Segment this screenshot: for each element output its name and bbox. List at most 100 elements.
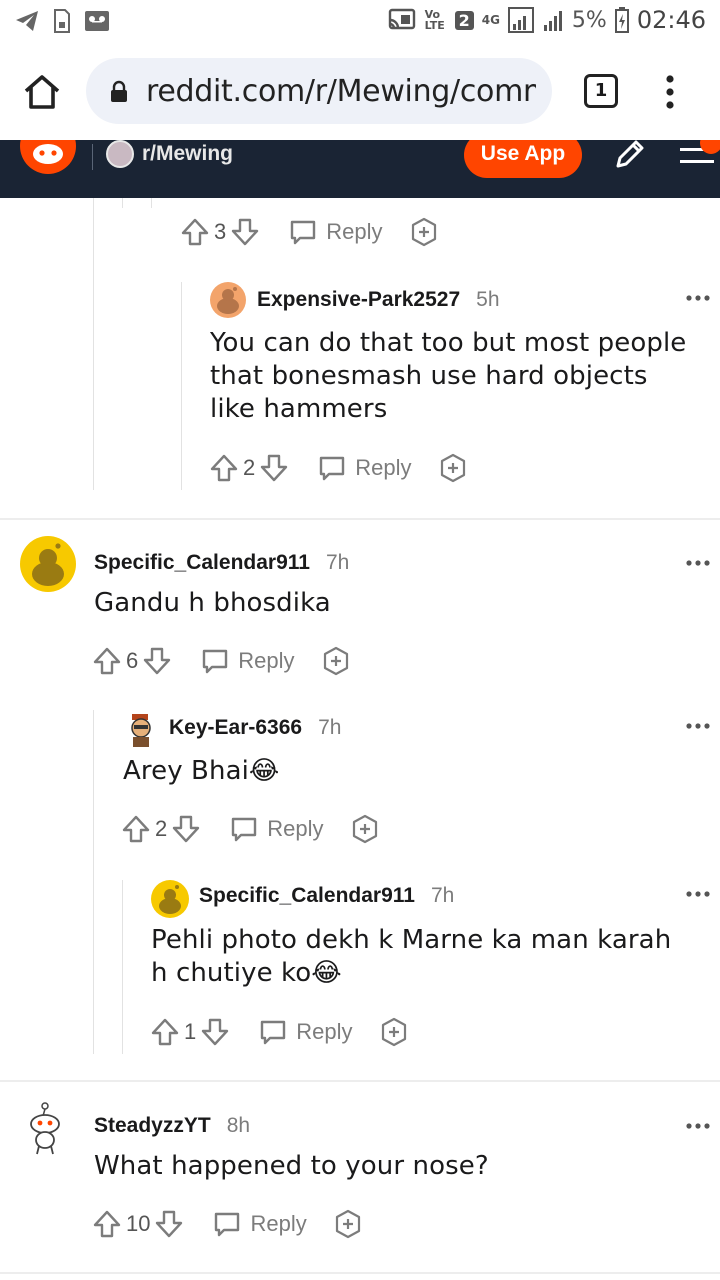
reply-button[interactable]: Reply (317, 453, 412, 483)
status-bar: VoLTE 2 4G 5% 02:46 (0, 0, 720, 44)
telegram-icon (16, 11, 38, 31)
more-options-icon[interactable] (686, 294, 710, 302)
comment-header: Specific_Calendar911 7h (94, 551, 349, 575)
create-post-icon[interactable] (612, 140, 648, 172)
reply-button[interactable]: Reply (200, 646, 295, 676)
reply-button[interactable]: Reply (288, 217, 383, 247)
award-icon[interactable] (409, 217, 439, 247)
reply-icon (291, 220, 316, 245)
comment-actions: 3 Reply (180, 216, 439, 248)
award-icon[interactable] (333, 1209, 363, 1239)
thread-line (122, 880, 123, 1054)
cast-icon (388, 8, 415, 30)
reddit-header: r/Mewing Use App (0, 140, 720, 198)
reply-label: Reply (355, 455, 412, 480)
upvote-icon[interactable] (121, 814, 151, 844)
downvote-icon[interactable] (200, 1017, 230, 1047)
vote-score: 2 (155, 816, 168, 841)
upvote-icon[interactable] (180, 217, 210, 247)
comment-body: What happened to your nose? (94, 1151, 489, 1181)
award-icon[interactable] (350, 814, 380, 844)
downvote-icon[interactable] (230, 217, 260, 247)
upvote-icon[interactable] (92, 646, 122, 676)
vote-score: 3 (214, 219, 227, 244)
comment-separator (0, 518, 720, 520)
avatar[interactable] (124, 712, 158, 748)
tab-switcher-button[interactable]: 1 (584, 74, 618, 108)
upvote-icon[interactable] (150, 1017, 180, 1047)
home-icon[interactable] (22, 72, 62, 112)
more-options-icon[interactable] (686, 722, 710, 730)
comment-header: Key-Ear-6366 7h (169, 716, 341, 740)
avatar[interactable] (210, 282, 246, 318)
avatar[interactable] (151, 880, 189, 918)
comment-author[interactable]: SteadyzzYT (94, 1114, 211, 1138)
thread-line (93, 710, 94, 1054)
award-icon[interactable] (321, 646, 351, 676)
comment-actions: 6 Reply (92, 645, 351, 677)
reply-button[interactable]: Reply (212, 1209, 307, 1239)
voicemail-icon (85, 11, 109, 31)
comment-body: Gandu h bhosdika (94, 588, 331, 618)
comment-author[interactable]: Specific_Calendar911 (199, 884, 415, 908)
subreddit-name[interactable]: r/Mewing (142, 142, 233, 166)
award-icon[interactable] (438, 453, 468, 483)
comment-actions: 2 Reply (121, 813, 380, 845)
reply-label: Reply (267, 816, 324, 841)
downvote-icon[interactable] (171, 814, 201, 844)
comment-time: 7h (430, 884, 455, 907)
reply-button[interactable]: Reply (229, 814, 324, 844)
comment-actions: 1 Reply (150, 1016, 409, 1048)
downvote-icon[interactable] (154, 1209, 184, 1239)
comment-time: 7h (318, 716, 342, 739)
comment-actions: 10 Reply (92, 1208, 363, 1240)
comment-author[interactable]: Key-Ear-6366 (169, 716, 302, 740)
more-vert-icon[interactable] (660, 74, 680, 110)
comment-author[interactable]: Expensive-Park2527 (257, 288, 460, 312)
reddit-logo-icon[interactable] (20, 140, 76, 174)
avatar[interactable] (20, 536, 76, 592)
comment-thread: 3 Reply Expensive-Park2527 5h You can do… (0, 198, 720, 1280)
url-text[interactable]: reddit.com/r/Mewing/comm (146, 74, 536, 109)
thread-line (181, 282, 182, 490)
comment-author[interactable]: Specific_Calendar911 (94, 551, 310, 575)
comment-body: Arey Bhai😂 (123, 756, 280, 786)
award-icon[interactable] (379, 1017, 409, 1047)
more-options-icon[interactable] (686, 559, 710, 567)
browser-toolbar: reddit.com/r/Mewing/comm 1 (0, 44, 720, 140)
reply-icon (261, 1020, 286, 1045)
avatar[interactable] (22, 1100, 68, 1156)
signal-icon-2 (543, 11, 562, 31)
clock: 02:46 (636, 6, 706, 34)
vote-score: 6 (126, 648, 139, 673)
more-options-icon[interactable] (686, 1122, 710, 1130)
upvote-icon[interactable] (209, 453, 239, 483)
comment-separator (0, 1272, 720, 1274)
comment-header: Specific_Calendar911 7h (199, 884, 454, 908)
sim-error-icon (54, 9, 70, 33)
vote-score: 10 (126, 1211, 151, 1236)
reply-label: Reply (326, 219, 383, 244)
comment-header: Expensive-Park2527 5h (257, 288, 500, 312)
vote-score: 1 (184, 1019, 197, 1044)
thread-line (151, 198, 152, 208)
address-bar[interactable]: reddit.com/r/Mewing/comm (86, 58, 552, 124)
comment-time: 7h (325, 551, 350, 574)
downvote-icon[interactable] (142, 646, 172, 676)
subreddit-avatar[interactable] (106, 140, 134, 168)
reply-label: Reply (250, 1211, 307, 1236)
reply-button[interactable]: Reply (258, 1017, 353, 1047)
signal-icon (507, 7, 534, 33)
comment-time: 8h (226, 1114, 251, 1137)
more-options-icon[interactable] (686, 890, 710, 898)
lock-icon (111, 80, 127, 102)
downvote-icon[interactable] (259, 453, 289, 483)
upvote-icon[interactable] (92, 1209, 122, 1239)
volte-indicator: VoLTE (424, 8, 445, 32)
comment-time: 5h (476, 288, 500, 311)
reply-label: Reply (238, 648, 295, 673)
battery-icon (614, 7, 629, 33)
use-app-button[interactable]: Use App (464, 140, 582, 178)
reply-icon (232, 817, 257, 842)
sim-badge: 2 (454, 10, 474, 30)
